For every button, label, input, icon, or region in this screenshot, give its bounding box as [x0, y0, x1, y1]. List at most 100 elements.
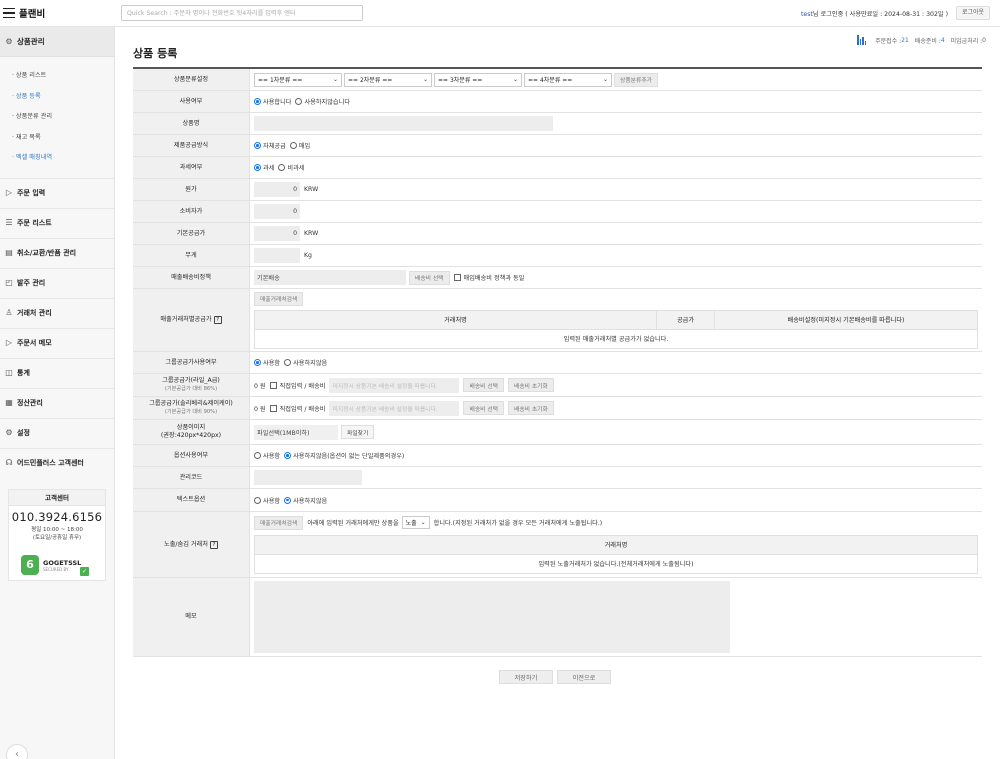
chevron-left-icon: ‹ [15, 749, 19, 759]
category-select-3[interactable]: == 3차분류 == ⌄ [434, 72, 522, 87]
row-shipping-policy: 매출배송비정책 기본배송 배송비 선택 매입배송비 정책과 동일 [133, 267, 982, 289]
group-use-no-radio[interactable]: 사용하지않음 [284, 358, 327, 367]
row-weight: 무게 Kg [133, 245, 982, 267]
add-category-button[interactable]: 상품분류추가 [614, 72, 658, 87]
page-title: 상품 등록 [133, 47, 178, 60]
sidebar-item-order-input[interactable]: ▷ 주문 입력 [0, 177, 114, 208]
group-a-shipping-input[interactable]: 미지정시 상품기본 배송비 설정을 따릅니다. [329, 377, 460, 393]
logout-button[interactable]: 로그아웃 [956, 6, 990, 20]
sidebar-sub-excel[interactable]: · 엑셀 매칭내역 [12, 151, 114, 172]
manage-code-input[interactable] [254, 470, 362, 485]
stat-shipping[interactable]: 4 [941, 37, 945, 44]
row-category: 상품분류설정 == 1차분류 == ⌄ == 2차분류 == ⌄ == 3차분류 =… [133, 69, 982, 91]
sidebar-item-memo[interactable]: ▷ 주문서 메모 [0, 327, 114, 358]
product-name-input[interactable] [254, 116, 553, 131]
cost-input[interactable]: 0 [254, 182, 300, 197]
quick-search-input[interactable] [121, 5, 363, 21]
sidebar-item-purchase[interactable]: ◰ 발주 관리 [0, 267, 114, 298]
row-group-use: 그룹공급가사용여부 사용함 사용하지않음 [133, 352, 982, 374]
stat-unprocessed[interactable]: 0 [982, 37, 986, 44]
category-select-1[interactable]: == 1차분류 == ⌄ [254, 72, 342, 87]
supply-self-radio[interactable]: 자체공급 [254, 141, 286, 150]
sidebar-item-settlement[interactable]: ▦ 정산관리 [0, 387, 114, 418]
use-yes-radio[interactable]: 사용합니다 [254, 97, 291, 106]
menu-icon[interactable] [3, 8, 15, 18]
save-button[interactable]: 저장하기 [499, 670, 553, 684]
tax-no-radio[interactable]: 비과세 [278, 163, 304, 172]
help-icon[interactable]: ? [209, 540, 218, 549]
shipping-policy-input[interactable]: 기본배송 [254, 270, 406, 285]
cs-hours: 평일 10:00 ~ 18:00 (토요일/공휴일 휴무) [31, 527, 83, 541]
group-a-direct-checkbox[interactable] [269, 381, 277, 389]
sales-partner-search-button[interactable]: 매출거래처검색 [254, 291, 304, 306]
image-browse-button[interactable]: 파일찾기 [341, 425, 375, 439]
option-use-yes-radio[interactable]: 사용함 [254, 451, 280, 460]
check-icon: ✓ [80, 567, 89, 576]
sidebar-item-settings[interactable]: ⚙ 설정 [0, 417, 114, 448]
group-a-shipping-reset-button[interactable]: 배송비 초기화 [508, 378, 554, 392]
row-use: 사용여부 사용합니다 사용하지않습니다 [133, 91, 982, 113]
tax-yes-radio[interactable]: 과세 [254, 163, 274, 172]
group-b-shipping-select-button[interactable]: 배송비 선택 [463, 401, 504, 415]
row-supply-method: 제품공급방식 자체공급 매입 [133, 135, 982, 157]
category-select-4[interactable]: == 4차분류 == ⌄ [524, 72, 612, 87]
consumer-price-input[interactable]: 0 [254, 204, 300, 219]
group-a-price: 0 원 [254, 382, 266, 390]
group-a-shipping-select-button[interactable]: 배송비 선택 [463, 378, 504, 392]
form-actions: 저장하기 이전으로 [499, 670, 611, 684]
order-input-icon: ▷ [5, 188, 13, 198]
supply-purchase-radio[interactable]: 매입 [289, 141, 310, 150]
shipping-select-button[interactable]: 배송비 선택 [409, 270, 450, 285]
memo-textarea[interactable] [254, 581, 730, 653]
sidebar-section-product[interactable]: ⚙ 상품관리 [0, 27, 114, 57]
sidebar-sub-category[interactable]: · 상품분류 관리 [12, 110, 114, 131]
expose-mode-select[interactable]: 노출 ⌄ [401, 516, 430, 529]
row-group-a: 그룹공급가(라일_A급) (기본공급가 대비 86%) 0 원 직접입력 / 배송… [133, 374, 982, 397]
sidebar-item-partners[interactable]: ♙ 거래처 관리 [0, 297, 114, 328]
chevron-down-icon: ⌄ [420, 519, 426, 526]
sidebar-collapse-button[interactable]: ‹ [6, 744, 28, 759]
expose-partner-search-button[interactable]: 매출거래처검색 [254, 515, 304, 530]
user-expiry: 님 로그인중 ( 사용만료일 : 2024-08-31 : 302일 ) [812, 11, 948, 18]
same-shipping-checkbox[interactable] [453, 274, 461, 281]
sidebar-item-support[interactable]: ☊ 어드민플러스 고객센터 [0, 447, 114, 478]
headset-icon: ☊ [5, 458, 13, 468]
group-b-shipping-reset-button[interactable]: 배송비 초기화 [508, 401, 554, 415]
help-icon[interactable]: ? [213, 316, 222, 324]
use-no-radio[interactable]: 사용하지않습니다 [295, 97, 350, 106]
cs-title: 고객센터 [9, 490, 105, 506]
text-option-yes-radio[interactable]: 사용함 [254, 496, 280, 505]
row-tax: 과세여부 과세 비과세 [133, 157, 982, 179]
group-b-shipping-input[interactable]: 미지정시 상품기본 배송비 설정을 따릅니다. [329, 400, 460, 416]
user-name-link[interactable]: test [801, 11, 813, 18]
sidebar-item-stats[interactable]: ◫ 통계 [0, 357, 114, 388]
weight-input[interactable] [254, 248, 300, 263]
person-icon: ♙ [5, 308, 13, 318]
sidebar-item-order-list[interactable]: ☰ 주문 리스트 [0, 207, 114, 238]
clipboard-icon: ▤ [5, 248, 13, 258]
sidebar: ⚙ 상품관리 · 상품 리스트 · 상품 등록 · 상품분류 관리 · 재고 목… [0, 27, 115, 759]
back-button[interactable]: 이전으로 [557, 670, 611, 684]
group-b-direct-checkbox[interactable] [269, 404, 277, 412]
option-use-no-radio[interactable]: 사용하지않음(옵션이 없는 단일제품의경우) [284, 451, 404, 460]
sidebar-subnav: · 상품 리스트 · 상품 등록 · 상품분류 관리 · 재고 목록 · 엑셀 … [0, 57, 114, 178]
stats-bars-icon [857, 35, 869, 45]
sidebar-sub-product-register[interactable]: · 상품 등록 [12, 90, 114, 111]
category-select-2[interactable]: == 2차분류 == ⌄ [344, 72, 432, 87]
gear-icon: ⚙ [5, 428, 13, 438]
top-bar: 플랜비 test님 로그인중 ( 사용만료일 : 2024-08-31 : 30… [0, 0, 1000, 27]
chevron-down-icon: ⌄ [332, 76, 338, 83]
box-icon: ⚙ [5, 36, 13, 46]
text-option-no-radio[interactable]: 사용하지않음 [284, 496, 327, 505]
group-use-yes-radio[interactable]: 사용함 [254, 358, 280, 367]
sidebar-item-returns[interactable]: ▤ 취소/교환/반품 관리 [0, 237, 114, 268]
base-supply-input[interactable]: 0 [254, 226, 300, 241]
stat-orders[interactable]: 21 [901, 37, 909, 44]
row-memo: 메모 [133, 578, 982, 657]
sidebar-sub-product-list[interactable]: · 상품 리스트 [12, 69, 114, 90]
image-file-input[interactable]: 파일선택(1MB이하) [254, 424, 338, 440]
sales-partner-table: 거래처명 공급가 배송비설정(미지정시 기본배송비를 따릅니다) 입력된 매출거… [254, 309, 978, 349]
sidebar-sub-stock[interactable]: · 재고 목록 [12, 131, 114, 152]
row-group-b: 그룹공급가(솔리베리&제이케이) (기본공급가 대비 90%) 0 원 직접입력 … [133, 397, 982, 420]
logo[interactable]: 플랜비 [3, 5, 45, 21]
